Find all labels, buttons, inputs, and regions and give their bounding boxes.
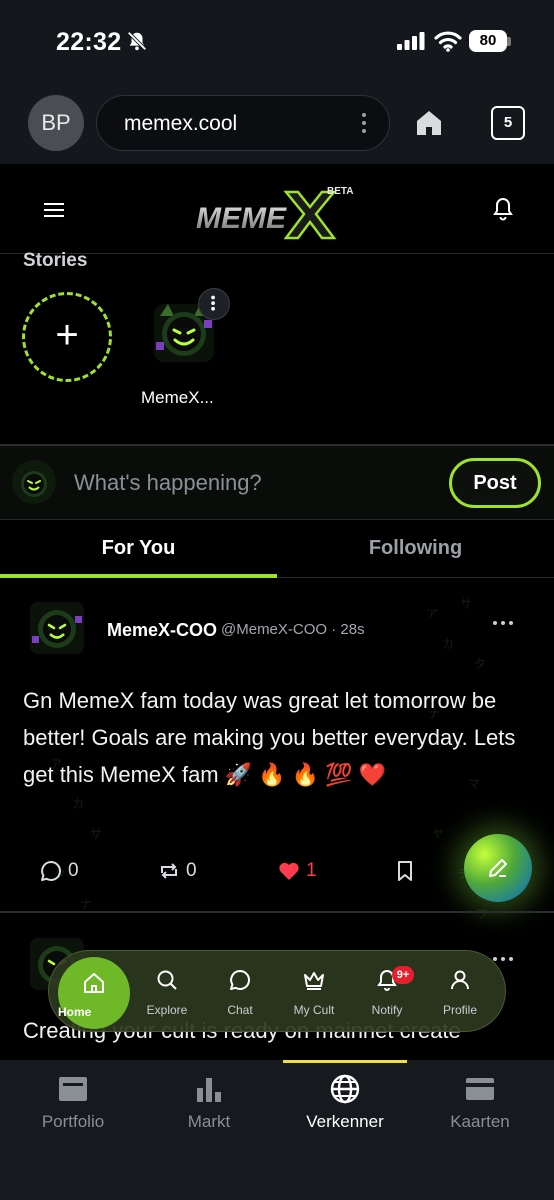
svg-text:ワ: ワ xyxy=(476,907,488,921)
user-avatar xyxy=(12,460,56,504)
svg-text:カ: カ xyxy=(72,797,84,811)
nav-label: Explore xyxy=(146,1003,188,1017)
post-handle-time: @MemeX-COO · 28s xyxy=(221,621,365,638)
nav-profile[interactable]: Profile xyxy=(425,951,495,1033)
svg-text:MEME: MEME xyxy=(196,202,287,235)
tabs-count-button[interactable]: 5 xyxy=(491,106,525,140)
portfolio-icon xyxy=(59,1077,87,1101)
globe-icon xyxy=(330,1074,360,1104)
post-text: Gn MemeX fam today was great let tomorro… xyxy=(23,688,516,787)
svg-text:ア: ア xyxy=(426,607,438,621)
bottom-tab-portfolio[interactable]: Portfolio xyxy=(8,1074,138,1144)
svg-text:タ: タ xyxy=(474,657,486,671)
notification-badge: 9+ xyxy=(392,966,414,984)
add-story-button[interactable]: + xyxy=(22,292,112,382)
story-name: MemeX... xyxy=(141,388,214,407)
menu-icon[interactable] xyxy=(44,202,64,218)
svg-text:BETA: BETA xyxy=(327,186,353,197)
feed-tabs: For You Following xyxy=(0,520,554,578)
bottom-tab-label: Markt xyxy=(187,1112,231,1131)
reply-count: 0 xyxy=(68,860,79,881)
nav-label: Chat xyxy=(227,1003,253,1017)
nav-label: Home xyxy=(58,1005,92,1019)
heart-icon xyxy=(279,862,299,880)
post-author-avatar[interactable] xyxy=(28,598,86,656)
like-count: 1 xyxy=(306,860,317,881)
home-icon xyxy=(84,973,104,993)
svg-text:サ: サ xyxy=(90,827,102,841)
wifi-icon xyxy=(434,31,462,52)
svg-text:ナ: ナ xyxy=(80,897,92,911)
address-bar[interactable]: memex.cool xyxy=(96,95,390,151)
notification-bell-icon[interactable] xyxy=(491,196,515,222)
nav-explore[interactable]: Explore xyxy=(132,951,202,1033)
wallet-bottom-nav: Portfolio Markt Verkenner Kaarten xyxy=(0,1060,554,1200)
nav-my-cult[interactable]: My Cult xyxy=(279,951,349,1033)
post-divider xyxy=(0,911,554,913)
stories-section: Stories + MemeX... xyxy=(0,250,554,446)
bar-chart-icon xyxy=(197,1078,221,1102)
nav-notify[interactable]: 9+ Notify xyxy=(352,951,422,1033)
compose-fab-button[interactable] xyxy=(464,834,532,902)
signal-icon xyxy=(397,32,425,50)
active-tab-indicator xyxy=(283,1060,407,1063)
app-header: MEME BETA xyxy=(0,164,554,254)
profile-avatar[interactable]: BP xyxy=(28,95,84,151)
crown-icon xyxy=(304,972,324,990)
post-button[interactable]: Post xyxy=(449,458,541,508)
nav-label: Notify xyxy=(371,1003,403,1017)
post-author-name[interactable]: MemeX-COO xyxy=(107,620,217,641)
more-vertical-icon xyxy=(211,295,215,311)
story-menu-button[interactable] xyxy=(198,288,230,320)
svg-text:カ: カ xyxy=(442,637,454,651)
bell-off-icon xyxy=(127,31,147,51)
bookmark-icon xyxy=(398,861,412,881)
compose-input[interactable]: What's happening? xyxy=(74,470,262,496)
bottom-tab-label: Kaarten xyxy=(450,1112,510,1131)
pencil-icon xyxy=(489,859,507,877)
bottom-tab-label: Portfolio xyxy=(41,1112,105,1131)
url-text: memex.cool xyxy=(124,112,238,135)
bottom-tab-markt[interactable]: Markt xyxy=(144,1074,274,1144)
more-horizontal-icon[interactable] xyxy=(492,620,514,626)
status-bar: 22:32 80 xyxy=(0,0,554,82)
tab-for-you[interactable]: For You xyxy=(0,520,277,578)
svg-text:サ: サ xyxy=(460,597,472,611)
memex-logo: MEME BETA xyxy=(196,186,353,240)
svg-text:ヤ: ヤ xyxy=(432,827,444,841)
chat-icon xyxy=(230,970,250,990)
more-vertical-icon[interactable] xyxy=(361,112,367,134)
tab-following[interactable]: Following xyxy=(277,520,554,578)
bottom-tab-kaarten[interactable]: Kaarten xyxy=(415,1074,545,1144)
comment-icon xyxy=(41,861,61,881)
nav-chat[interactable]: Chat xyxy=(205,951,275,1033)
browser-home-icon[interactable] xyxy=(414,108,444,138)
bottom-tab-label: Verkenner xyxy=(306,1112,384,1131)
stories-title: Stories xyxy=(23,250,88,271)
plus-icon: + xyxy=(55,313,79,357)
battery-indicator: 80 xyxy=(469,30,507,52)
browser-toolbar: BP memex.cool 5 xyxy=(0,82,554,164)
status-time: 22:32 xyxy=(56,28,122,56)
app-bottom-nav: Home Explore Chat My Cult 9+ Notify Prof xyxy=(48,950,506,1032)
nav-label: Profile xyxy=(442,1003,477,1017)
search-icon xyxy=(157,970,177,990)
bottom-tab-verkenner[interactable]: Verkenner xyxy=(280,1074,410,1144)
repost-icon xyxy=(161,863,177,879)
card-icon xyxy=(466,1078,494,1100)
user-icon xyxy=(451,970,469,990)
repost-count: 0 xyxy=(186,860,197,881)
more-horizontal-icon[interactable] xyxy=(492,956,514,962)
nav-home[interactable]: Home xyxy=(58,957,130,1029)
nav-label: My Cult xyxy=(293,1003,335,1017)
compose-bar: What's happening? Post xyxy=(0,446,554,520)
battery-cap xyxy=(507,37,511,46)
